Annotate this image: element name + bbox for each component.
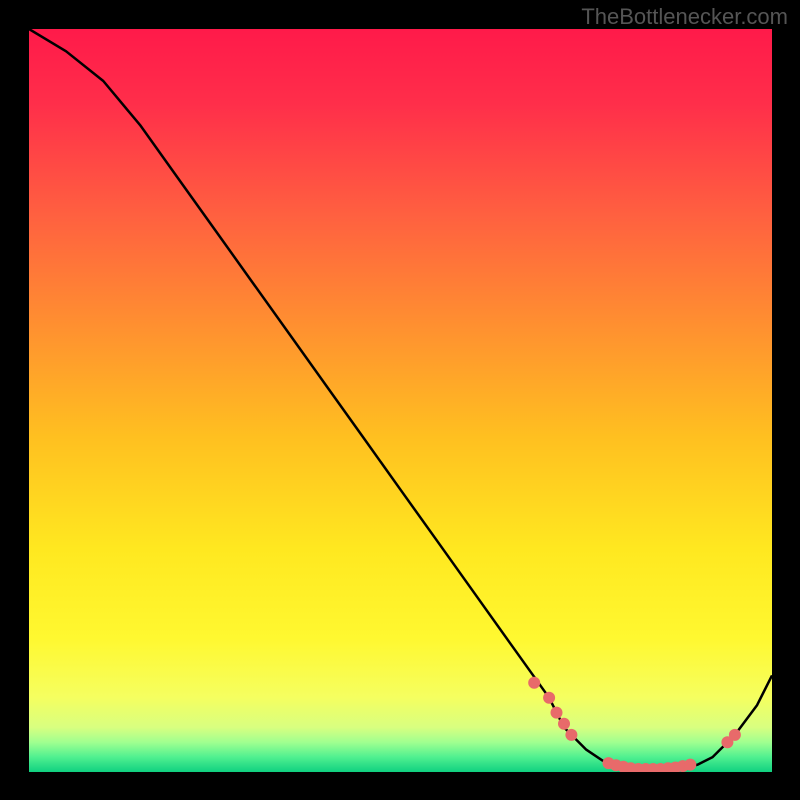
chart-background [29, 29, 772, 772]
plot-area [29, 29, 772, 772]
data-marker [684, 759, 696, 771]
data-marker [551, 707, 563, 719]
data-marker [558, 718, 570, 730]
chart-container: TheBottlenecker.com [0, 0, 800, 800]
data-marker [543, 692, 555, 704]
data-marker [565, 729, 577, 741]
chart-svg [29, 29, 772, 772]
watermark-text: TheBottlenecker.com [581, 4, 788, 30]
data-marker [729, 729, 741, 741]
data-marker [528, 677, 540, 689]
